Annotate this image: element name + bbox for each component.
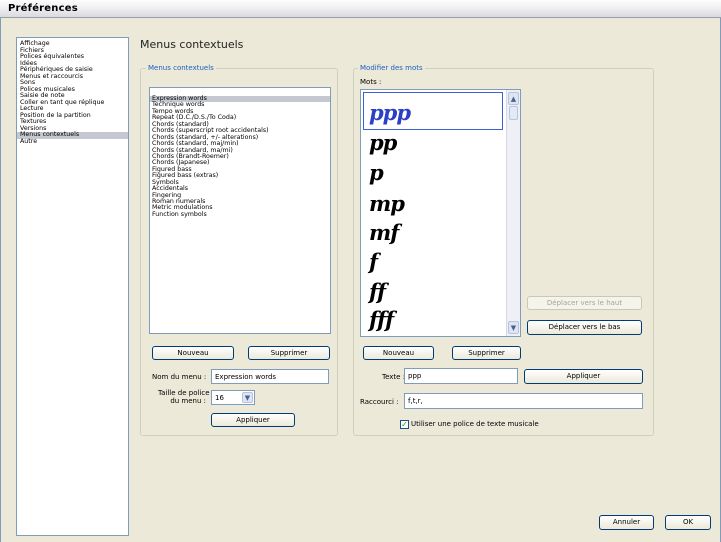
context-menus-legend: Menus contextuels (146, 64, 216, 72)
word-item[interactable]: fff (369, 307, 394, 332)
words-list[interactable]: ppp pp p mp mf f ff fff ▲ ▼ (360, 89, 521, 337)
text-input[interactable]: ppp (404, 368, 518, 384)
menu-apply-button[interactable]: Appliquer (211, 413, 295, 427)
text-label: Texte : (382, 373, 406, 381)
use-music-font-label: Utiliser une police de texte musicale (411, 420, 539, 428)
shortcut-input[interactable]: f,t,r, (404, 393, 643, 409)
word-item[interactable]: mf (369, 220, 399, 245)
word-item[interactable]: ff (369, 279, 386, 304)
word-item[interactable]: mp (369, 191, 405, 216)
font-size-label: Taille de police du menu : (158, 389, 210, 405)
words-label: Mots : (360, 78, 382, 86)
move-up-button[interactable]: Déplacer vers le haut (527, 296, 642, 310)
page-title: Menus contextuels (140, 38, 244, 51)
sidebar-item[interactable]: Autre (17, 138, 128, 146)
context-menu-item[interactable]: Function symbols (150, 211, 330, 218)
ok-button[interactable]: OK (665, 515, 711, 530)
word-new-button[interactable]: Nouveau (363, 346, 434, 360)
word-apply-button[interactable]: Appliquer (524, 369, 643, 384)
scrollbar-thumb[interactable] (509, 106, 518, 120)
cancel-button[interactable]: Annuler (599, 515, 654, 530)
context-menus-list[interactable]: Expression words Technique words Tempo wor… (149, 87, 331, 334)
words-scrollbar[interactable]: ▲ ▼ (506, 90, 520, 336)
edit-words-legend: Modifier des mots (358, 64, 425, 72)
word-delete-button[interactable]: Supprimer (452, 346, 521, 360)
word-item[interactable]: pp (369, 130, 397, 155)
menu-name-input[interactable]: Expression words (211, 369, 329, 384)
checkmark-icon: ✓ (401, 420, 408, 429)
category-list[interactable]: Affichage Fichiers Polices équivalentes Idé… (16, 37, 129, 536)
menu-delete-button[interactable]: Supprimer (248, 346, 330, 360)
menu-new-button[interactable]: Nouveau (152, 346, 234, 360)
dialog-titlebar: Préférences (0, 0, 721, 18)
word-item[interactable]: p (369, 160, 384, 185)
word-item[interactable]: ppp (369, 100, 411, 125)
shortcut-label: Raccourci : (360, 398, 399, 406)
use-music-font-checkbox[interactable]: ✓ (400, 420, 409, 429)
word-item[interactable]: f (369, 249, 378, 274)
move-down-button[interactable]: Déplacer vers le bas (527, 320, 642, 335)
font-size-select[interactable]: 16 ▼ (211, 390, 255, 405)
menu-name-label: Nom du menu : (152, 373, 207, 381)
dialog-title: Préférences (8, 3, 78, 14)
scroll-up-icon[interactable]: ▲ (508, 92, 519, 105)
scroll-down-icon[interactable]: ▼ (508, 321, 519, 334)
font-size-value: 16 (215, 394, 224, 402)
chevron-down-icon[interactable]: ▼ (242, 392, 253, 403)
